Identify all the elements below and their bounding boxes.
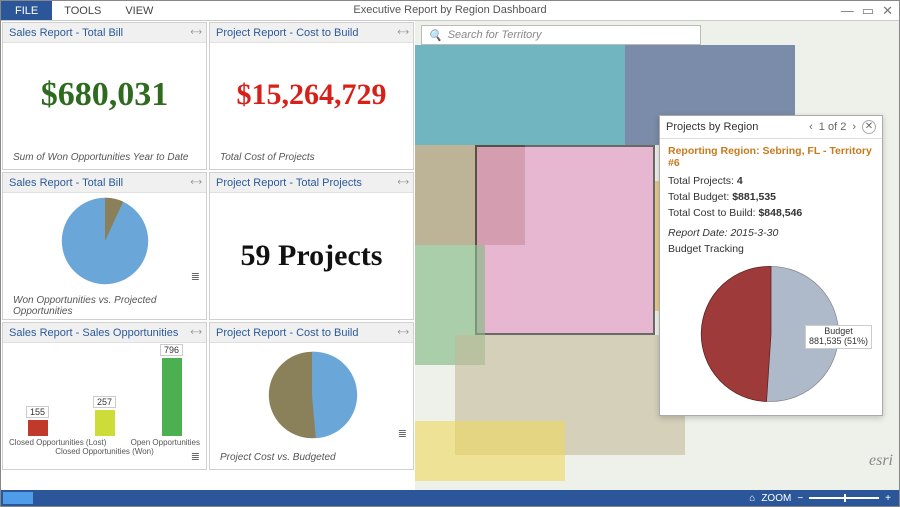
expand-icon[interactable]: ⤢	[395, 175, 410, 190]
metric-value: $680,031	[41, 76, 169, 114]
panel-sales-total-bill-pie: Sales Report - Total Bill ⤢ ≣ Won Opport…	[2, 172, 207, 320]
expand-icon[interactable]: ⤢	[395, 325, 410, 340]
expand-icon[interactable]: ⤢	[188, 25, 203, 40]
popup-title: Projects by Region	[666, 121, 758, 133]
map-search-input[interactable]: 🔍 Search for Territory	[421, 25, 701, 45]
minimize-icon[interactable]: —	[841, 3, 854, 18]
axis-label: Open Opportunities	[131, 438, 200, 447]
menubar: FILE TOOLS VIEW Executive Report by Regi…	[1, 1, 899, 21]
zoom-slider[interactable]	[809, 497, 879, 499]
metric-value: $15,264,729	[237, 78, 387, 112]
legend-icon[interactable]: ≣	[191, 270, 200, 283]
panel-cost-to-build-value: Project Report - Cost to Build ⤢ $15,264…	[209, 22, 414, 170]
expand-icon[interactable]: ⤢	[395, 25, 410, 40]
popup-prev-icon[interactable]: ‹	[809, 121, 813, 133]
popup-region-name: Reporting Region: Sebring, FL - Territor…	[668, 145, 874, 169]
bar-value: 257	[93, 396, 116, 408]
legend-icon[interactable]: ≣	[398, 427, 407, 440]
home-icon[interactable]: ⌂	[749, 493, 755, 504]
pie-chart	[57, 193, 153, 289]
panel-caption: Total Cost of Projects	[210, 152, 315, 169]
popup-row: Total Budget: $881,535	[668, 191, 874, 203]
menu-view[interactable]: VIEW	[113, 1, 165, 20]
bar-chart: 155 257 796	[3, 356, 206, 436]
map-view[interactable]: 🔍 Search for Territory Projects by Regio…	[415, 21, 899, 490]
panel-title: Sales Report - Sales Opportunities	[9, 327, 178, 339]
bar	[95, 410, 115, 436]
status-bar: ⌂ ZOOM − +	[1, 490, 899, 506]
zoom-in-icon[interactable]: +	[885, 493, 891, 504]
restore-icon[interactable]: ▭	[862, 3, 874, 18]
panel-caption: Sum of Won Opportunities Year to Date	[3, 152, 188, 169]
search-placeholder: Search for Territory	[448, 29, 542, 41]
bar-value: 155	[26, 406, 49, 418]
dashboard-panels: Sales Report - Total Bill ⤢ $680,031 Sum…	[1, 21, 415, 490]
panel-cost-to-build-pie: Project Report - Cost to Build ⤢ ≣ Proje…	[209, 322, 414, 470]
menu-file[interactable]: FILE	[1, 1, 52, 20]
popup-pager: 1 of 2	[819, 121, 847, 133]
panel-caption: Project Cost vs. Budgeted	[210, 452, 336, 469]
pie-chart	[264, 347, 360, 443]
esri-logo: esri	[869, 452, 893, 470]
panel-sales-opportunities-bar: Sales Report - Sales Opportunities ⤢ 155…	[2, 322, 207, 470]
bar	[162, 358, 182, 436]
panel-sales-total-bill-value: Sales Report - Total Bill ⤢ $680,031 Sum…	[2, 22, 207, 170]
popup-report-date: Report Date: 2015-3-30	[668, 227, 874, 239]
panel-title: Project Report - Cost to Build	[216, 327, 358, 339]
close-icon[interactable]: ✕	[882, 3, 893, 18]
popup-close-icon[interactable]: ✕	[862, 120, 876, 134]
panel-caption: Won Opportunities vs. Projected Opportun…	[3, 295, 206, 323]
panel-total-projects: Project Report - Total Projects ⤢ 59 Pro…	[209, 172, 414, 320]
expand-icon[interactable]: ⤢	[188, 325, 203, 340]
zoom-out-icon[interactable]: −	[797, 493, 803, 504]
legend-icon[interactable]: ≣	[191, 450, 200, 463]
map-popup: Projects by Region ‹ 1 of 2 › ✕ Reportin…	[659, 115, 883, 416]
menu-tools[interactable]: TOOLS	[52, 1, 113, 20]
bar-value: 796	[160, 344, 183, 356]
popup-chart-title: Budget Tracking	[668, 243, 874, 255]
axis-label: Closed Opportunities (Lost)	[9, 438, 106, 447]
expand-icon[interactable]: ⤢	[188, 175, 203, 190]
axis-label: Closed Opportunities (Won)	[3, 447, 206, 456]
popup-row: Total Projects: 4	[668, 175, 874, 187]
panel-title: Sales Report - Total Bill	[9, 27, 123, 39]
panel-title: Sales Report - Total Bill	[9, 177, 123, 189]
popup-row: Total Cost to Build: $848,546	[668, 207, 874, 219]
panel-title: Project Report - Total Projects	[216, 177, 362, 189]
zoom-label: ZOOM	[761, 493, 791, 504]
metric-value: 59 Projects	[241, 239, 383, 273]
panel-title: Project Report - Cost to Build	[216, 27, 358, 39]
status-progress	[3, 492, 33, 504]
bar	[28, 420, 48, 436]
search-icon: 🔍	[428, 29, 442, 42]
pie-slice-label: Budget 881,535 (51%)	[805, 325, 872, 349]
popup-next-icon[interactable]: ›	[852, 121, 856, 133]
